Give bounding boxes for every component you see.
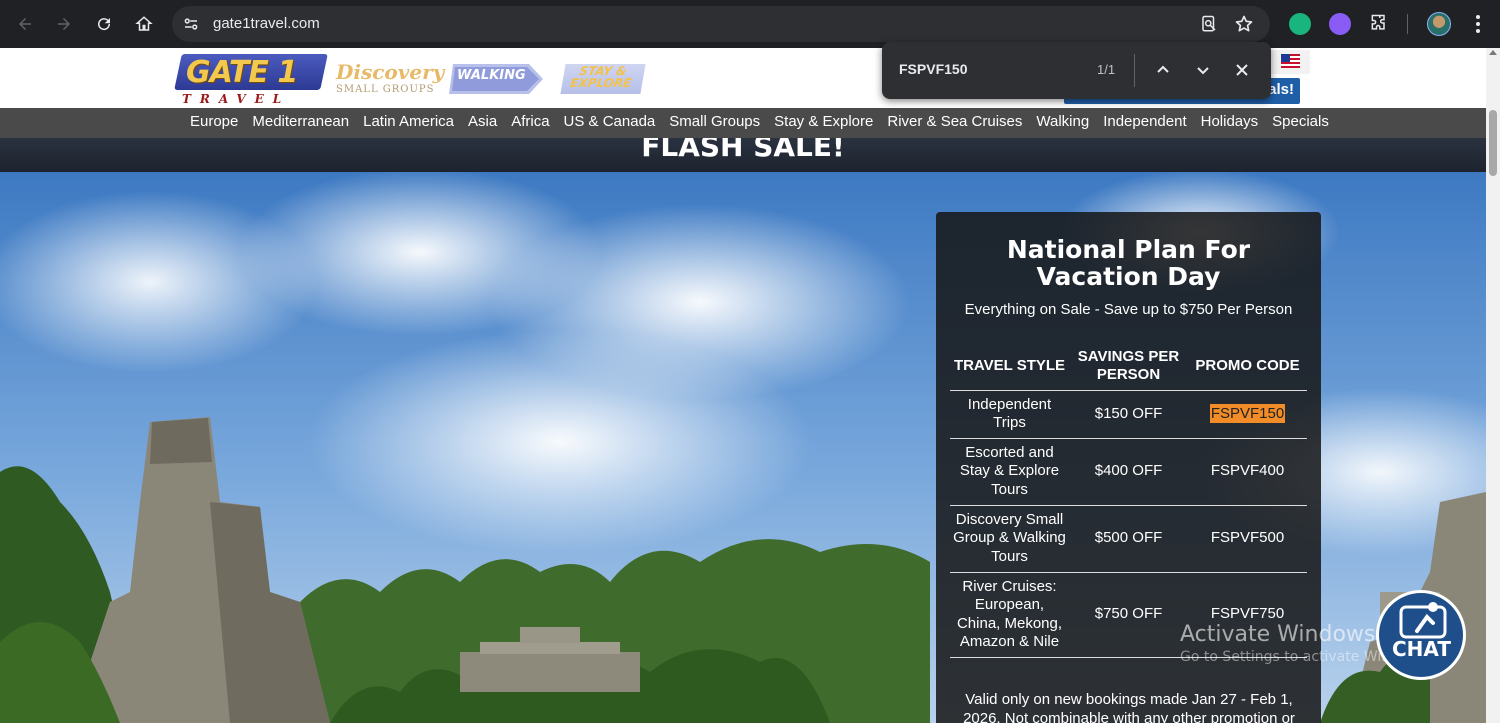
profile-avatar[interactable]: [1427, 12, 1451, 36]
find-input[interactable]: [899, 61, 1079, 77]
travel-style-cell: Discovery Small Group & Walking Tours: [950, 505, 1069, 573]
nav-item-europe[interactable]: Europe: [183, 113, 245, 130]
discovery-logo-sub: SMALL GROUPS: [336, 84, 435, 95]
browser-toolbar: gate1travel.com: [0, 0, 1500, 48]
promo-code-cell: FSPVF150: [1188, 390, 1307, 439]
nav-item-walking[interactable]: Walking: [1029, 113, 1096, 130]
chat-person-icon: [1399, 602, 1447, 639]
promo-code-cell: FSPVF400: [1188, 438, 1307, 506]
savings-cell: $400 OFF: [1069, 438, 1188, 506]
find-divider: [1134, 54, 1135, 87]
stay-logo-line2: EXPLORE: [569, 76, 633, 90]
savings-cell: $500 OFF: [1069, 505, 1188, 573]
nav-list: Europe Mediterranean Latin America Asia Afri…: [183, 113, 1336, 130]
kebab-menu-icon[interactable]: [1468, 13, 1488, 35]
find-highlight: FSPVF150: [1209, 403, 1286, 423]
activate-windows-title: Activate Windows: [1180, 622, 1376, 647]
savings-cell: $150 OFF: [1069, 390, 1188, 439]
nav-item-us-canada[interactable]: US & Canada: [557, 113, 663, 130]
discovery-logo-text: Discovery: [336, 60, 445, 84]
find-bar: 1/1: [882, 42, 1271, 99]
gate1-logo-text: GATE 1: [186, 55, 298, 90]
extension-icon[interactable]: [1289, 13, 1311, 35]
forward-button[interactable]: [50, 10, 78, 38]
nav-item-latin-america[interactable]: Latin America: [356, 113, 461, 130]
walking-logo-text: WALKING: [457, 68, 526, 83]
table-row: Escorted and Stay & Explore Tours $400 O…: [950, 438, 1307, 506]
savings-cell: $750 OFF: [1069, 572, 1188, 658]
chat-label: CHAT: [1392, 637, 1451, 661]
promo-subtitle: Everything on Sale - Save up to $750 Per…: [964, 301, 1293, 318]
reload-icon: [98, 18, 111, 31]
nav-item-small-groups[interactable]: Small Groups: [662, 113, 767, 130]
page-scrollbar[interactable]: [1486, 48, 1500, 723]
nav-item-stay-explore[interactable]: Stay & Explore: [767, 113, 880, 130]
promo-code-cell: FSPVF500: [1188, 505, 1307, 573]
nav-item-africa[interactable]: Africa: [504, 113, 556, 130]
reload-button[interactable]: [90, 10, 118, 38]
promo-table-header: TRAVEL STYLE SAVINGS PER PERSON PROMO CO…: [950, 342, 1307, 391]
nav-item-mediterranean[interactable]: Mediterranean: [245, 113, 356, 130]
col-header-savings: SAVINGS PER PERSON: [1069, 342, 1188, 391]
main-nav: Europe Mediterranean Latin America Asia Afri…: [0, 108, 1486, 138]
table-row: Discovery Small Group & Walking Tours $5…: [950, 505, 1307, 573]
flag-graphic: [1281, 54, 1300, 68]
us-flag-icon[interactable]: [1270, 50, 1310, 74]
travel-style-cell: Escorted and Stay & Explore Tours: [950, 438, 1069, 506]
nav-item-asia[interactable]: Asia: [461, 113, 504, 130]
promo-title: National Plan For Vacation Day: [1006, 235, 1251, 291]
gate1-logo-travel: TRAVEL: [182, 92, 291, 106]
chevron-up-icon[interactable]: [1153, 60, 1173, 80]
chat-button[interactable]: CHAT: [1376, 590, 1466, 680]
arrow-right-icon: [58, 18, 70, 30]
back-button[interactable]: [11, 10, 39, 38]
stay-explore-logo-text: STAY & EXPLORE: [569, 64, 634, 90]
url-text: gate1travel.com: [213, 15, 320, 32]
travel-style-cell: Independent Trips: [950, 390, 1069, 439]
nav-item-independent[interactable]: Independent: [1096, 113, 1193, 130]
find-match-count: 1/1: [1097, 62, 1116, 77]
stay-explore-logo[interactable]: STAY & EXPLORE: [560, 64, 646, 94]
bookmark-star-icon[interactable]: [1234, 14, 1254, 34]
page-viewport: GATE 1 TRAVEL Discovery SMALL GROUPS WAL…: [0, 48, 1486, 723]
close-icon[interactable]: [1232, 60, 1252, 80]
home-icon: [135, 16, 153, 31]
toolbar-divider: [1407, 14, 1408, 34]
address-bar[interactable]: gate1travel.com: [172, 6, 1270, 42]
scroll-up-arrow-icon[interactable]: [1489, 50, 1497, 55]
promo-terms: Valid only on new bookings made Jan 27 -…: [963, 691, 1295, 723]
travel-style-cell: River Cruises: European, China, Mekong, …: [950, 572, 1069, 658]
page-search-icon[interactable]: [1200, 15, 1218, 33]
table-row: Independent Trips $150 OFF FSPVF150: [950, 390, 1307, 439]
walking-logo[interactable]: WALKING: [449, 64, 545, 94]
col-header-travel-style: TRAVEL STYLE: [950, 342, 1069, 391]
nav-item-river-sea-cruises[interactable]: River & Sea Cruises: [880, 113, 1029, 130]
arrow-left-icon: [19, 18, 31, 30]
nav-item-holidays[interactable]: Holidays: [1194, 113, 1266, 130]
extensions-puzzle-icon[interactable]: [1369, 13, 1389, 33]
nav-item-specials[interactable]: Specials: [1265, 113, 1336, 130]
chevron-down-icon[interactable]: [1193, 60, 1213, 80]
gate1-logo[interactable]: GATE 1 TRAVEL: [174, 54, 328, 106]
promo-table: TRAVEL STYLE SAVINGS PER PERSON PROMO CO…: [950, 342, 1307, 658]
site-settings-icon[interactable]: [182, 15, 200, 33]
discovery-logo[interactable]: Discovery SMALL GROUPS: [336, 60, 445, 100]
home-button[interactable]: [130, 10, 158, 38]
flash-sale-banner: FLASH SALE!: [0, 138, 1486, 172]
scroll-thumb[interactable]: [1489, 110, 1497, 176]
extension-icon[interactable]: [1329, 13, 1351, 35]
col-header-promo-code: PROMO CODE: [1188, 342, 1307, 391]
flash-sale-text: FLASH SALE!: [641, 138, 845, 163]
